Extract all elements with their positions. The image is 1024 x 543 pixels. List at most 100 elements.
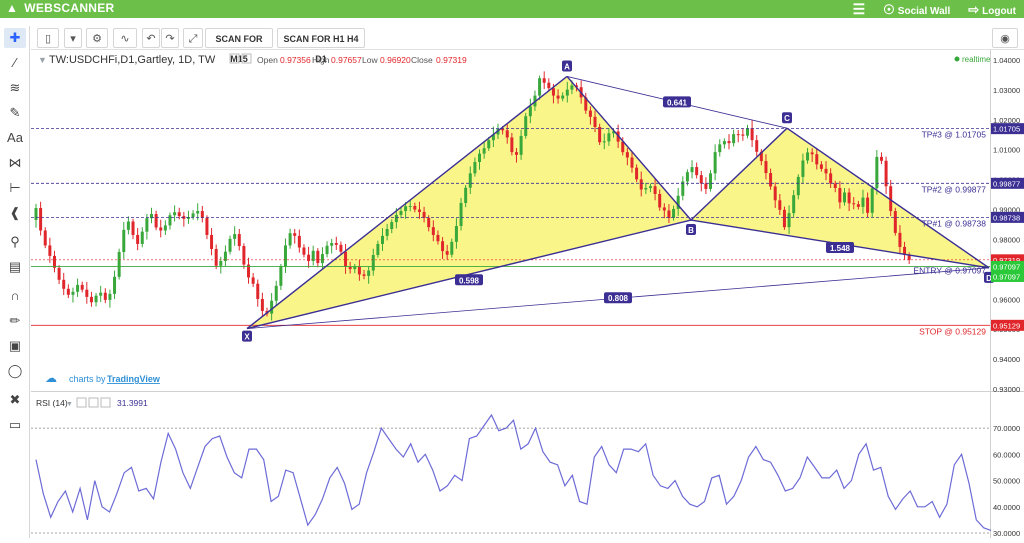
candle-body xyxy=(648,186,652,189)
candle-body xyxy=(173,212,177,216)
candle-body xyxy=(283,245,287,267)
crosshair-icon[interactable]: ✚ xyxy=(4,28,26,48)
brand[interactable]: ▲ WEBSCANNER xyxy=(6,1,115,15)
candle-body xyxy=(718,144,722,153)
candle-body xyxy=(89,296,93,303)
rsi-collapse-icon[interactable]: ▼ xyxy=(66,401,73,408)
tradingview-watermark[interactable]: ☁ charts by TradingView xyxy=(45,371,161,385)
magnet-icon[interactable]: ∩ xyxy=(4,286,26,306)
candle-body xyxy=(662,207,666,211)
visibility-icon[interactable] xyxy=(229,53,240,64)
candle-body xyxy=(205,217,209,235)
candle-body xyxy=(140,231,144,244)
social-wall-link[interactable]: ☉ Social Wall xyxy=(883,2,950,18)
zoom-icon[interactable]: ⚲ xyxy=(4,232,26,252)
price-tick-label: 1.04000 xyxy=(993,56,1020,65)
remove-drawings-icon[interactable]: ✖ xyxy=(4,390,26,410)
candle-body xyxy=(685,172,689,182)
candle-body xyxy=(417,209,421,212)
candle-body xyxy=(297,235,301,248)
candle-body xyxy=(237,234,241,247)
logout-link[interactable]: ⇨ Logout xyxy=(968,2,1016,18)
fullscreen-icon[interactable]: ⤢ xyxy=(183,28,203,48)
camera-icon[interactable]: ◉ xyxy=(992,28,1018,48)
candle-body xyxy=(806,152,810,161)
price-tag-label: 0.98738 xyxy=(993,213,1020,222)
gear-icon[interactable]: ⚙ xyxy=(86,28,108,48)
rsi-tick-label: 50.0000 xyxy=(993,477,1020,486)
settings-icon[interactable] xyxy=(241,53,252,64)
candle-body xyxy=(704,183,708,189)
text-tool-icon[interactable]: Aa xyxy=(4,128,26,148)
candle-body xyxy=(394,214,398,223)
rsi-value: 31.3991 xyxy=(117,398,148,408)
collapse-icon[interactable]: ▼ xyxy=(38,55,47,65)
candle-body xyxy=(630,157,634,168)
candle-body xyxy=(870,188,874,213)
trend-line-icon[interactable]: ∕ xyxy=(4,53,26,73)
candle-body xyxy=(639,179,643,190)
candle-body xyxy=(464,187,468,203)
candle-body xyxy=(344,251,348,267)
candle-type-icon[interactable]: ▯ xyxy=(37,28,59,48)
measure-tool-icon[interactable]: ⊢ xyxy=(4,178,26,198)
watermark-brand[interactable]: TradingView xyxy=(107,374,161,384)
rsi-legend: RSI (14) ▼ 31.3991 xyxy=(36,397,148,408)
candle-body xyxy=(131,221,135,235)
indicators-icon[interactable]: ∿ xyxy=(113,28,137,48)
ratio-label: 1.548 xyxy=(830,244,851,253)
rsi-visibility-icon[interactable] xyxy=(76,397,87,408)
chart-area[interactable]: TP#3 @ 1.01705 TP#2 @ 0.99877 TP#1 @ 0.987… xyxy=(31,50,1024,538)
pattern-point-label: A xyxy=(564,62,570,71)
candle-body xyxy=(117,252,121,277)
low-value: 0.96920 xyxy=(380,55,411,65)
candle-body xyxy=(62,279,66,289)
fib-tool-icon[interactable]: ≋ xyxy=(4,78,26,98)
candle-body xyxy=(357,266,361,275)
candle-body xyxy=(593,116,597,127)
eye-hide-icon[interactable]: ◯ xyxy=(4,361,26,381)
candle-body xyxy=(699,175,703,184)
candle-body xyxy=(71,291,75,295)
ruler-icon[interactable]: ▤ xyxy=(4,257,26,277)
candle-body xyxy=(658,193,662,208)
scan-m15-button[interactable]: SCAN FOR M15 xyxy=(205,28,273,64)
pattern-tool-icon[interactable]: ⋈ xyxy=(4,153,26,173)
candle-body xyxy=(154,214,158,228)
rsi-settings-icon[interactable] xyxy=(88,397,99,408)
chevron-down-icon[interactable]: ▾ xyxy=(64,28,82,48)
pencil-lock-icon[interactable]: ✏ xyxy=(4,311,26,331)
redo-icon[interactable]: ↷ xyxy=(161,28,179,48)
candle-body xyxy=(570,85,574,90)
pattern-point-label: X xyxy=(244,333,250,342)
candle-body xyxy=(796,176,800,196)
candle-body xyxy=(196,211,200,214)
high-value: 0.97657 xyxy=(331,55,362,65)
trash-icon[interactable]: ▭ xyxy=(4,415,26,435)
candle-body xyxy=(514,152,518,155)
brush-icon[interactable]: ✎ xyxy=(4,103,26,123)
candle-body xyxy=(528,106,532,117)
price-tick-label: 0.98000 xyxy=(993,235,1020,244)
price-tag-label: 0.99877 xyxy=(993,179,1020,188)
price-tag-label: 0.95129 xyxy=(993,321,1020,330)
chart-svg[interactable]: TP#3 @ 1.01705 TP#2 @ 0.99877 TP#1 @ 0.987… xyxy=(31,50,1024,538)
candle-body xyxy=(348,266,352,270)
rsi-close-icon[interactable] xyxy=(100,397,111,408)
open-label: Open xyxy=(257,55,278,65)
candle-body xyxy=(879,156,883,161)
candle-body xyxy=(108,293,112,300)
realtime-label: realtime xyxy=(962,55,991,64)
undo-icon[interactable]: ↶ xyxy=(142,28,160,48)
candle-body xyxy=(367,270,371,276)
candle-body xyxy=(159,227,163,231)
candle-body xyxy=(843,192,846,203)
candle-body xyxy=(856,204,860,207)
lock-icon[interactable]: ▣ xyxy=(4,336,26,356)
scan-h1-h4-d1-button[interactable]: SCAN FOR H1 H4 D1 xyxy=(277,28,365,64)
candle-body xyxy=(34,208,38,221)
arrow-left-icon[interactable]: ❰ xyxy=(4,203,26,223)
menu-icon[interactable]: ☰ xyxy=(853,1,866,18)
candle-body xyxy=(824,168,828,174)
candle-body xyxy=(436,234,440,242)
